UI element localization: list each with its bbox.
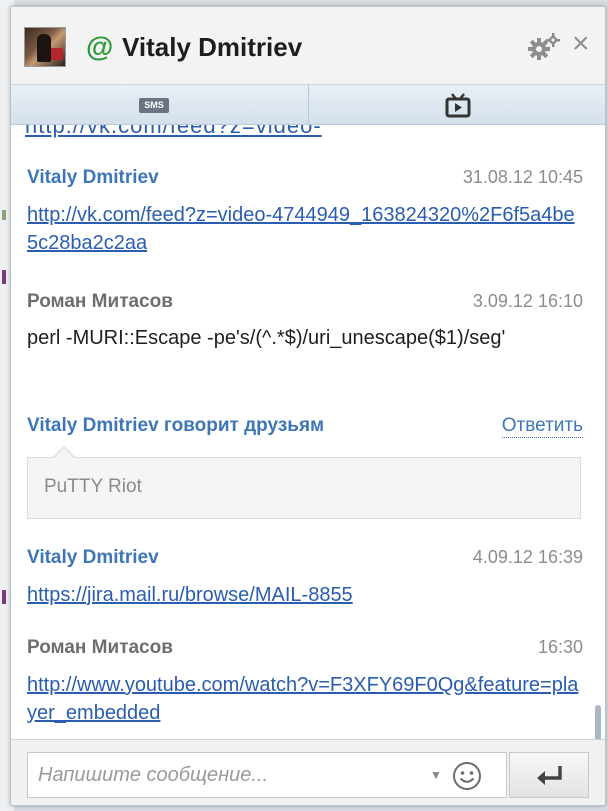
- avatar[interactable]: [24, 27, 66, 67]
- message: Роман Митасов 3.09.12 16:10 perl -MURI::…: [27, 291, 583, 351]
- message: Роман Митасов 16:30 http://www.youtube.c…: [27, 637, 583, 727]
- chat-window: @ Vitaly Dmitriev × SMS http://vk.com/fe…: [10, 6, 606, 806]
- background-mark: [2, 210, 6, 220]
- tv-icon: [444, 92, 472, 120]
- gear-icon[interactable]: [527, 32, 561, 62]
- sms-icon: SMS: [139, 98, 169, 113]
- contact-name[interactable]: Vitaly Dmitriev: [122, 32, 302, 63]
- wall-post-header: Vitaly Dmitriev говорит друзьям Ответить: [27, 415, 583, 438]
- online-status-icon: @: [86, 31, 114, 62]
- tab-bar: SMS: [11, 85, 605, 125]
- message-link[interactable]: http://vk.com/feed?z=video-4744949_16382…: [27, 201, 583, 257]
- message-time: 16:30: [537, 637, 583, 657]
- message-text: perl -MURI::Escape -pe's/(^.*$)/uri_unes…: [27, 327, 506, 349]
- message-list[interactable]: http://vk.com/feed?z=video- Vitaly Dmitr…: [11, 125, 605, 739]
- scrollbar[interactable]: [595, 705, 601, 739]
- message-author[interactable]: Vitaly Dmitriev говорит друзьям: [27, 415, 583, 437]
- message-time: 31.08.12 10:45: [462, 167, 583, 187]
- message-time: 4.09.12 16:39: [472, 547, 583, 567]
- background-mark: [2, 270, 6, 284]
- send-button[interactable]: [509, 752, 589, 798]
- background-mark: [2, 590, 6, 604]
- message-input-box: ▼: [27, 752, 507, 798]
- tab-sms[interactable]: SMS: [11, 85, 309, 125]
- message: Vitaly Dmitriev 31.08.12 10:45 http://vk…: [27, 167, 583, 257]
- enter-icon: [535, 764, 565, 786]
- message-link[interactable]: https://jira.mail.ru/browse/MAIL-8855: [27, 581, 583, 609]
- message-link[interactable]: http://www.youtube.com/watch?v=F3XFY69F0…: [27, 671, 583, 727]
- message-link-partial[interactable]: http://vk.com/feed?z=video-: [25, 125, 322, 139]
- dropdown-arrow-icon[interactable]: ▼: [430, 768, 442, 782]
- message: Vitaly Dmitriev 4.09.12 16:39 https://ji…: [27, 547, 583, 609]
- chat-header: @ Vitaly Dmitriev ×: [11, 7, 605, 85]
- close-icon[interactable]: ×: [572, 29, 590, 59]
- quoted-post[interactable]: PuTTY Riot: [27, 446, 581, 519]
- message-time: 3.09.12 16:10: [472, 291, 583, 311]
- reply-link[interactable]: Ответить: [501, 415, 583, 438]
- smiley-icon[interactable]: [451, 760, 483, 792]
- compose-bar: ▼: [11, 739, 605, 805]
- message-input[interactable]: [38, 753, 418, 797]
- tab-video[interactable]: [309, 85, 605, 125]
- message-author[interactable]: Роман Митасов: [27, 637, 583, 659]
